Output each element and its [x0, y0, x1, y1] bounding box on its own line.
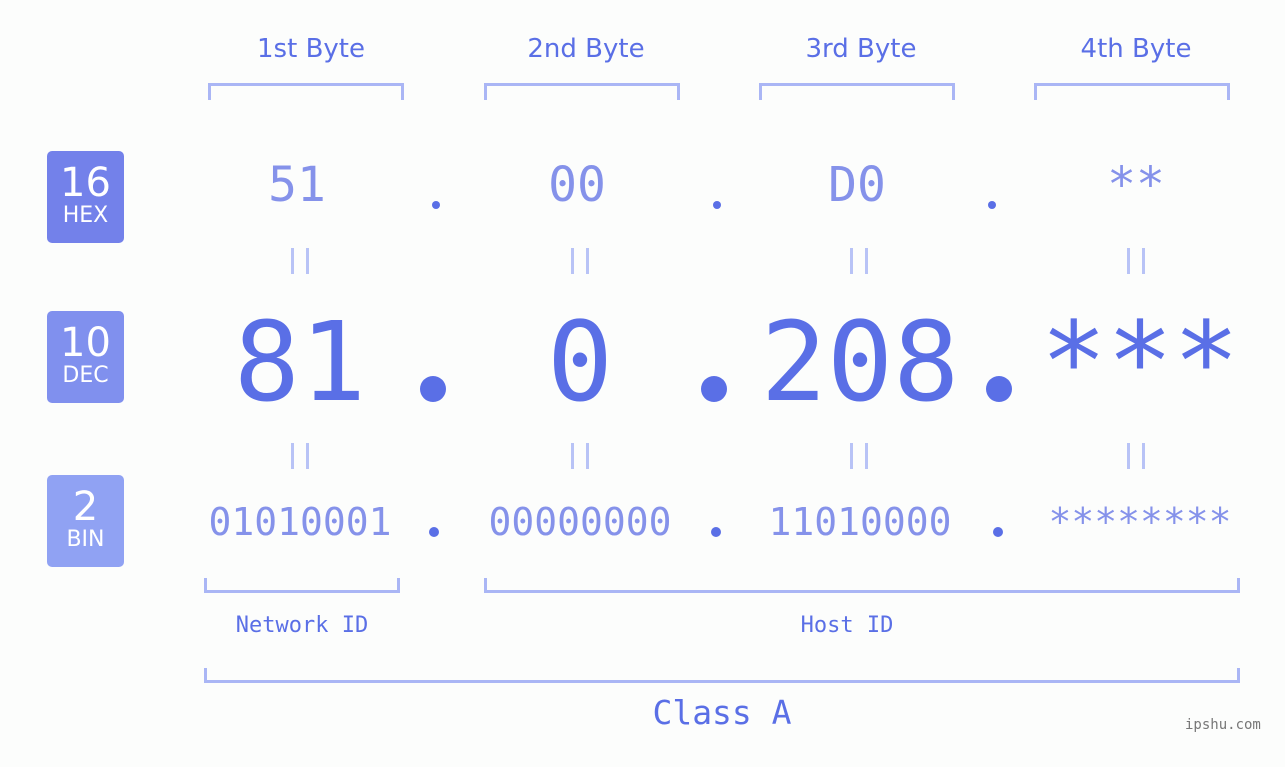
header-byte-3: 3rd Byte	[805, 34, 917, 64]
dec-byte-2: 0	[546, 298, 614, 426]
hex-badge: 16 HEX	[47, 151, 124, 243]
dec-byte-3: 208	[760, 298, 960, 426]
bin-badge: 2 BIN	[47, 475, 124, 567]
header-byte-4: 4th Byte	[1080, 34, 1192, 64]
bin-dot-3	[993, 527, 1003, 537]
equals-icon	[850, 248, 868, 274]
watermark: ipshu.com	[1185, 717, 1261, 733]
bin-byte-3: 11010000	[768, 500, 952, 544]
hex-byte-1: 51	[268, 157, 326, 213]
dec-byte-4: ***	[1040, 298, 1240, 426]
equals-icon	[291, 443, 309, 469]
hex-byte-2: 00	[548, 157, 606, 213]
hex-byte-4: **	[1107, 157, 1165, 213]
bracket-byte-3	[759, 83, 955, 100]
network-id-bracket	[204, 578, 400, 593]
dec-dot-3	[986, 376, 1012, 402]
dec-dot-2	[701, 376, 727, 402]
bin-byte-1: 01010001	[208, 500, 392, 544]
equals-icon	[850, 443, 868, 469]
host-id-label: Host ID	[800, 613, 894, 638]
bin-label: BIN	[66, 527, 105, 552]
hex-label: HEX	[62, 203, 109, 228]
dec-byte-1: 81	[233, 298, 367, 426]
equals-icon	[571, 443, 589, 469]
equals-icon	[1127, 248, 1145, 274]
hex-dot-1	[432, 201, 440, 209]
equals-icon	[571, 248, 589, 274]
hex-dot-3	[988, 201, 996, 209]
bin-dot-2	[711, 527, 721, 537]
equals-icon	[291, 248, 309, 274]
dec-badge: 10 DEC	[47, 311, 124, 403]
hex-dot-2	[713, 201, 721, 209]
bin-base: 2	[72, 484, 99, 530]
hex-base: 16	[60, 160, 111, 206]
bracket-byte-2	[484, 83, 680, 100]
header-byte-1: 1st Byte	[257, 34, 365, 64]
class-bracket	[204, 668, 1240, 683]
hex-byte-3: D0	[828, 157, 886, 213]
equals-icon	[1127, 443, 1145, 469]
bracket-byte-1	[208, 83, 404, 100]
bin-byte-2: 00000000	[488, 500, 672, 544]
network-id-label: Network ID	[235, 613, 369, 638]
dec-label: DEC	[62, 363, 109, 388]
bin-dot-1	[429, 527, 439, 537]
bin-byte-4: ********	[1048, 500, 1232, 544]
header-byte-2: 2nd Byte	[527, 34, 645, 64]
dec-base: 10	[60, 320, 111, 366]
bracket-byte-4	[1034, 83, 1230, 100]
dec-dot-1	[420, 376, 446, 402]
host-id-bracket	[484, 578, 1240, 593]
class-label: Class A	[652, 693, 792, 732]
